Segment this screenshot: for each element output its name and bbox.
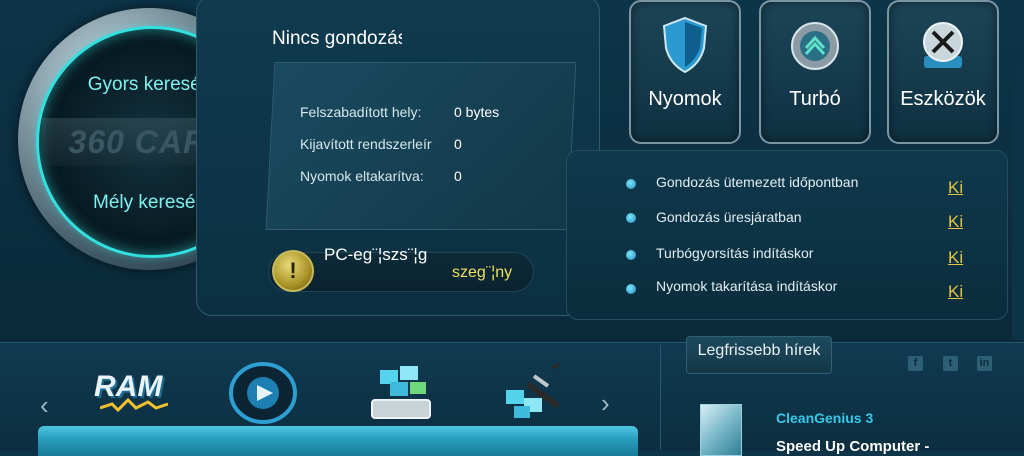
ram-tool[interactable]: RAM xyxy=(94,366,168,416)
schedule-option-traces: Nyomok takarítása indításkor xyxy=(656,278,838,294)
window-edge xyxy=(1012,60,1024,340)
health-warning-text: PC-eg¨¦szs¨¦g xyxy=(324,245,428,264)
schedule-scheduled-toggle[interactable]: Ki xyxy=(948,178,963,198)
schedule-idle-toggle[interactable]: Ki xyxy=(948,212,963,232)
linkedin-icon[interactable]: in xyxy=(977,356,992,371)
tools-icon xyxy=(918,16,968,74)
stat-registry-label: Kijavított rendszerleír xyxy=(300,136,432,152)
traces-button-label: Nyomok xyxy=(648,88,722,110)
stat-freed-label: Felszabadított hely: xyxy=(300,104,422,120)
startup-tool[interactable] xyxy=(228,360,298,426)
startup-icon xyxy=(229,362,297,424)
schedule-option-idle: Gondozás üresjáratban xyxy=(656,209,802,225)
news-tab[interactable]: Legfrissebb hírek xyxy=(686,336,832,374)
product-box-icon xyxy=(700,404,742,456)
shield-icon xyxy=(660,16,710,74)
registry-tool[interactable] xyxy=(500,362,568,426)
news-subtitle[interactable]: Speed Up Computer - xyxy=(776,438,929,455)
status-title: Nincs gondozás xyxy=(272,28,402,49)
stat-freed-value: 0 bytes xyxy=(454,104,500,120)
traces-button[interactable]: Nyomok xyxy=(629,0,741,144)
twitter-icon[interactable]: t xyxy=(943,356,958,371)
schedule-traces-toggle[interactable]: Ki xyxy=(948,282,963,302)
health-status-link[interactable]: szeg¨¦ny xyxy=(452,264,512,282)
schedule-turbo-toggle[interactable]: Ki xyxy=(948,248,963,268)
news-product-link[interactable]: CleanGenius 3 xyxy=(776,410,873,426)
scroll-right-icon[interactable]: › xyxy=(601,388,610,419)
stat-traces-label: Nyomok eltakarítva: xyxy=(300,168,424,184)
disk-cleanup-icon xyxy=(371,366,431,419)
stat-registry-value: 0 xyxy=(454,136,462,152)
schedule-option-scheduled: Gondozás ütemezett időpontban xyxy=(656,174,859,190)
bullet-icon xyxy=(626,213,636,223)
disk-cleanup-tool[interactable] xyxy=(368,362,434,424)
warning-icon: ! xyxy=(272,250,314,292)
tools-button-label: Eszközök xyxy=(900,88,986,110)
bullet-icon xyxy=(626,284,636,294)
facebook-icon[interactable]: f xyxy=(908,356,923,371)
ram-wave-icon xyxy=(100,397,168,413)
tools-button[interactable]: Eszközök xyxy=(887,0,999,144)
bullet-icon xyxy=(626,179,636,189)
bullet-icon xyxy=(626,250,636,260)
scroll-left-icon[interactable]: ‹ xyxy=(40,390,49,421)
turbo-icon xyxy=(790,16,840,74)
stat-traces-value: 0 xyxy=(454,168,462,184)
tools-shelf xyxy=(38,426,638,456)
registry-cleaner-icon xyxy=(506,362,561,418)
turbo-button-label: Turbó xyxy=(789,88,841,110)
schedule-option-turbo: Turbógyorsítás indításkor xyxy=(656,245,814,261)
turbo-button[interactable]: Turbó xyxy=(759,0,871,144)
bottom-divider xyxy=(660,345,661,450)
